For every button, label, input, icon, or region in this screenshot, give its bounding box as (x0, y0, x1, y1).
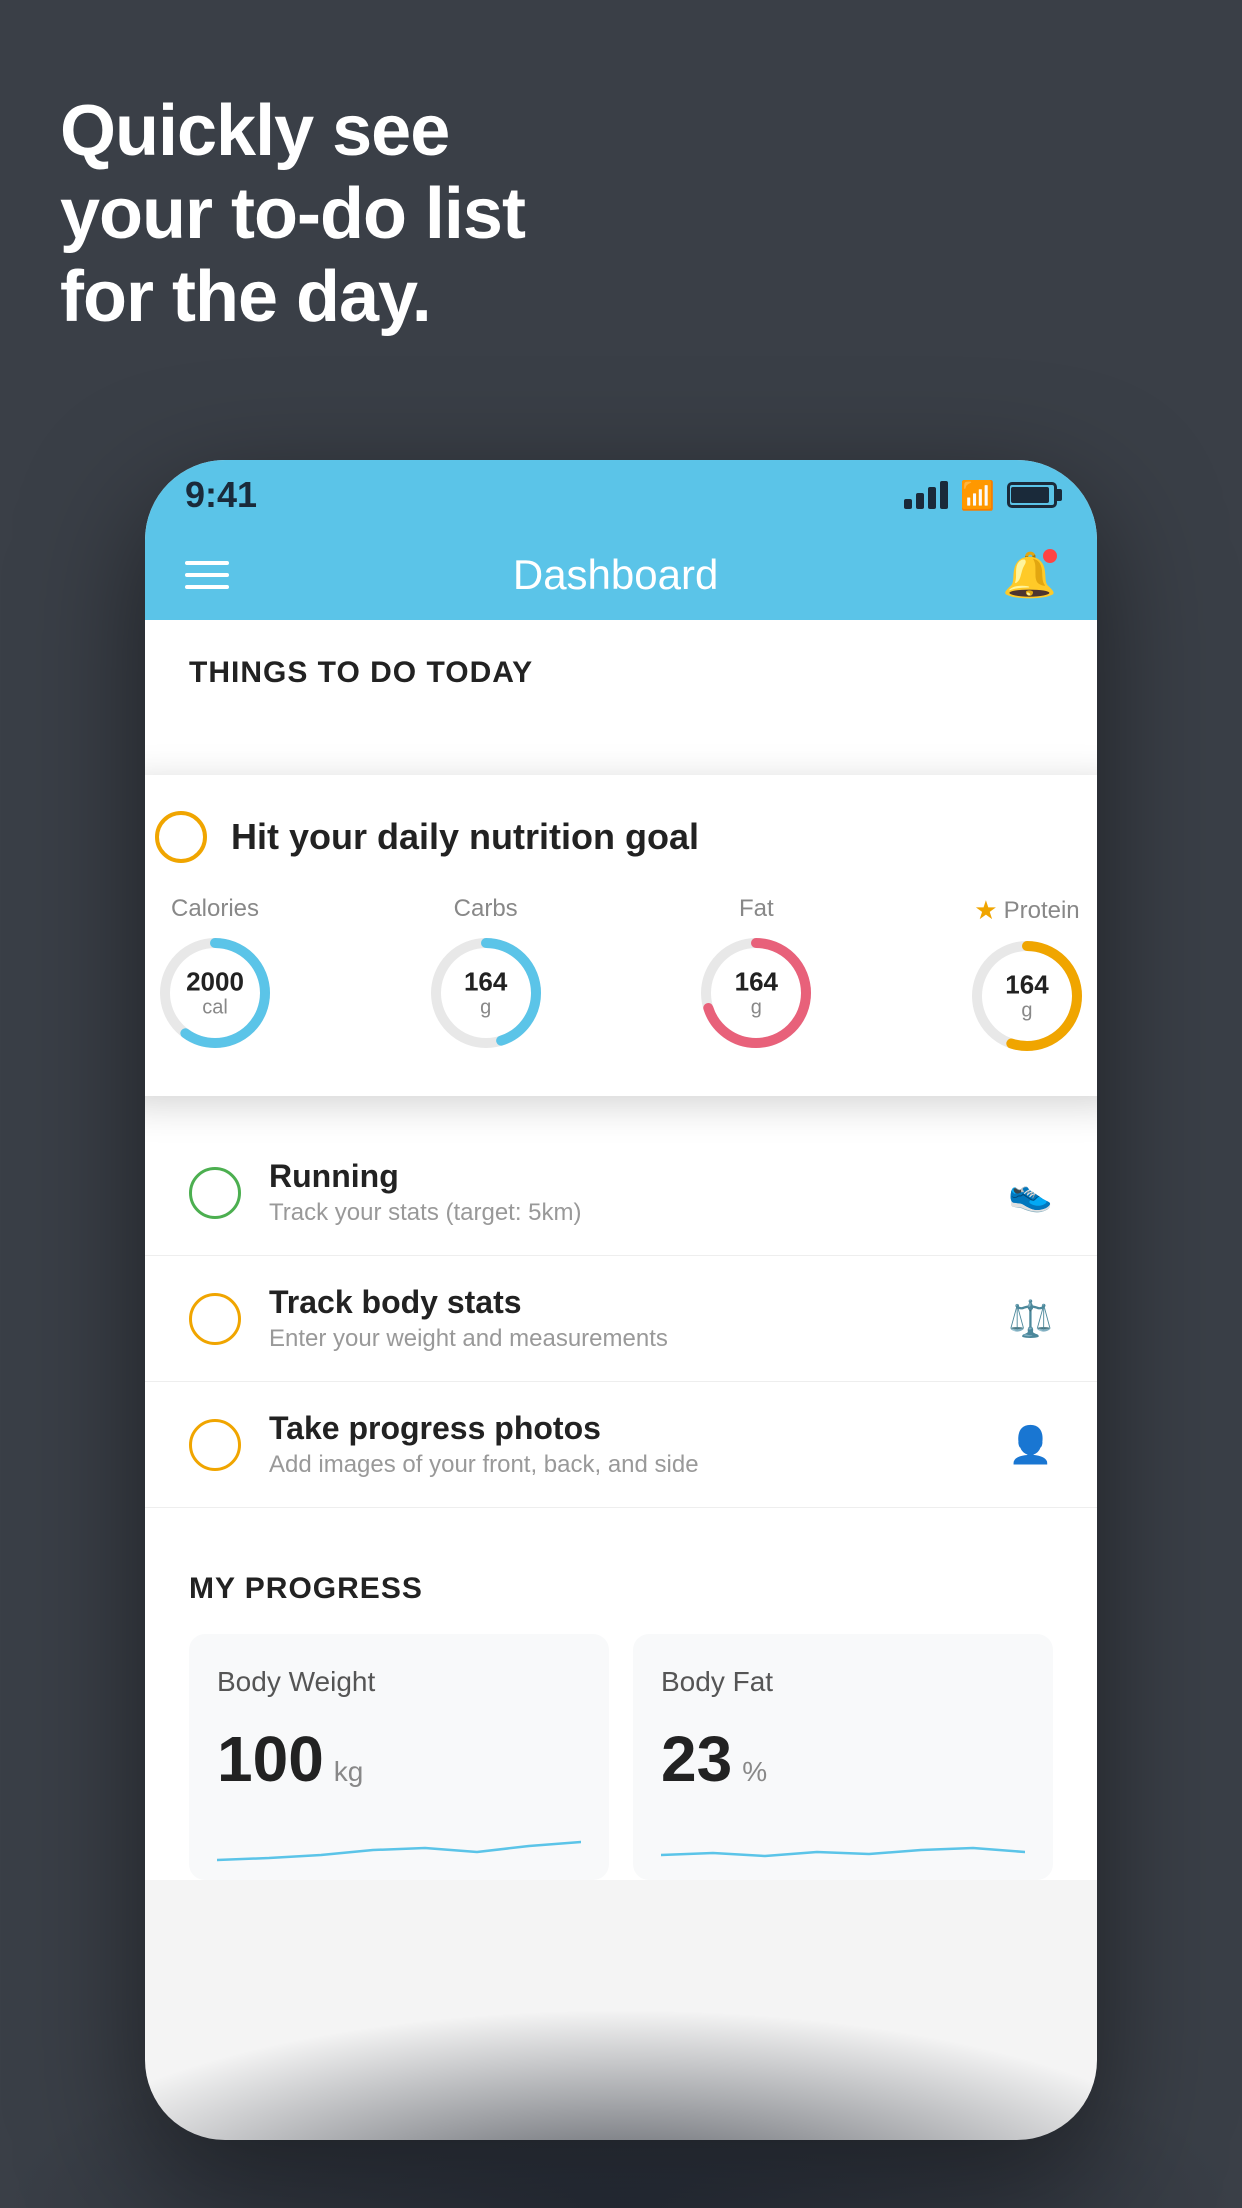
todo-progress-photos[interactable]: Take progress photos Add images of your … (145, 1382, 1097, 1508)
signal-icon (904, 481, 948, 509)
running-icon: 👟 (1008, 1172, 1053, 1214)
photos-icon: 👤 (1008, 1424, 1053, 1466)
carbs-unit: g (464, 996, 507, 1018)
body-fat-title: Body Fat (661, 1666, 1025, 1698)
bg-shadow (0, 2008, 1242, 2208)
status-bar: 9:41 📶 (145, 460, 1097, 530)
nutrition-protein: ★ Protein 164 g (967, 895, 1087, 1056)
nutrition-fat: Fat 164 g (696, 895, 816, 1056)
fat-label: Fat (739, 895, 774, 923)
body-stats-circle (189, 1293, 241, 1345)
photos-sub: Add images of your front, back, and side (269, 1451, 980, 1479)
nutrition-card: Hit your daily nutrition goal Calories 2… (145, 775, 1097, 1096)
body-stats-sub: Enter your weight and measurements (269, 1325, 980, 1353)
calories-unit: cal (186, 996, 244, 1018)
headline-line1: Quickly see (60, 90, 525, 173)
fat-value: 164 (735, 968, 778, 997)
phone-frame: 9:41 📶 Dashboard 🔔 THINGS TO DO TOD (145, 460, 1097, 2140)
body-weight-unit: kg (334, 1756, 364, 1788)
protein-value: 164 (1005, 971, 1048, 1000)
nutrition-check-circle[interactable] (155, 811, 207, 863)
running-title: Running (269, 1158, 980, 1195)
notification-bell[interactable]: 🔔 (1002, 549, 1057, 601)
battery-icon (1007, 482, 1057, 508)
nutrition-card-title: Hit your daily nutrition goal (231, 816, 699, 858)
running-circle (189, 1167, 241, 1219)
nav-title: Dashboard (513, 551, 718, 599)
body-weight-sparkline (217, 1820, 581, 1880)
app-content: THINGS TO DO TODAY Hit your daily nutrit… (145, 620, 1097, 1880)
photos-circle (189, 1419, 241, 1471)
progress-section: MY PROGRESS Body Weight 100 kg (145, 1528, 1097, 1880)
body-stats-icon: ⚖️ (1008, 1298, 1053, 1340)
body-fat-unit: % (742, 1756, 767, 1788)
fat-unit: g (735, 996, 778, 1018)
protein-unit: g (1005, 999, 1048, 1021)
todo-body-stats[interactable]: Track body stats Enter your weight and m… (145, 1256, 1097, 1382)
body-stats-title: Track body stats (269, 1284, 980, 1321)
running-sub: Track your stats (target: 5km) (269, 1199, 980, 1227)
status-time: 9:41 (185, 474, 257, 516)
headline-line2: your to-do list (60, 173, 525, 256)
calories-value: 2000 (186, 968, 244, 997)
body-weight-title: Body Weight (217, 1666, 581, 1698)
protein-label: Protein (1004, 897, 1080, 925)
nutrition-calories: Calories 2000 cal (155, 895, 275, 1056)
carbs-label: Carbs (454, 895, 518, 923)
status-icons: 📶 (904, 479, 1057, 512)
things-section-header: THINGS TO DO TODAY (145, 620, 1097, 710)
todo-running[interactable]: Running Track your stats (target: 5km) 👟 (145, 1130, 1097, 1256)
body-fat-card[interactable]: Body Fat 23 % (633, 1634, 1053, 1880)
notification-dot (1043, 549, 1057, 563)
nutrition-row: Calories 2000 cal Carbs (155, 895, 1087, 1056)
progress-header: MY PROGRESS (189, 1572, 1053, 1606)
progress-cards: Body Weight 100 kg Body Fat 23 (189, 1634, 1053, 1880)
hamburger-menu[interactable] (185, 561, 229, 589)
calories-label: Calories (171, 895, 259, 923)
headline: Quickly see your to-do list for the day. (60, 90, 525, 338)
carbs-value: 164 (464, 968, 507, 997)
body-weight-value: 100 (217, 1722, 324, 1796)
nav-bar: Dashboard 🔔 (145, 530, 1097, 620)
wifi-icon: 📶 (960, 479, 995, 512)
body-fat-sparkline (661, 1820, 1025, 1880)
nutrition-carbs: Carbs 164 g (426, 895, 546, 1056)
photos-title: Take progress photos (269, 1410, 980, 1447)
body-weight-card[interactable]: Body Weight 100 kg (189, 1634, 609, 1880)
body-fat-value: 23 (661, 1722, 732, 1796)
headline-line3: for the day. (60, 256, 525, 339)
protein-star-icon: ★ (974, 895, 997, 926)
